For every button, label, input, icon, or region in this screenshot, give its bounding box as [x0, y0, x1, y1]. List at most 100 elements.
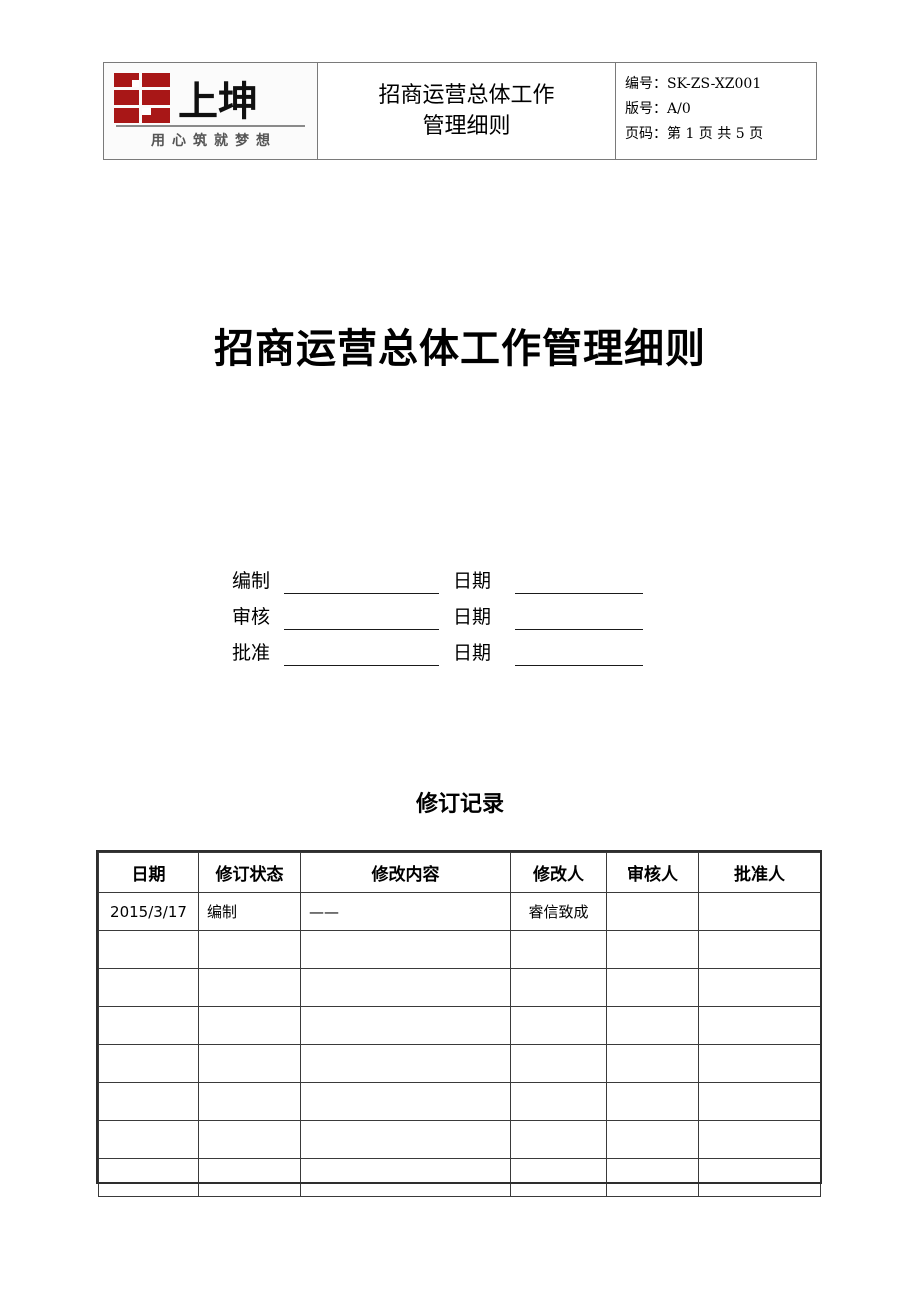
- cell-reviewer[interactable]: [606, 1120, 699, 1159]
- cell-modifier[interactable]: [510, 968, 607, 1007]
- column-header-content: 修改内容: [300, 852, 511, 893]
- cell-state[interactable]: [198, 930, 301, 969]
- document-header-table: 上坤 用心筑就梦想 招商运营总体工作 管理细则 编号：SK-ZS-XZ001 版…: [103, 62, 817, 160]
- page-title: 招商运营总体工作管理细则: [214, 326, 706, 372]
- cell-reviewer[interactable]: [606, 1158, 699, 1197]
- prepared-by-field[interactable]: [284, 567, 439, 594]
- cell-modifier[interactable]: [510, 1120, 607, 1159]
- cell-state[interactable]: [198, 1120, 301, 1159]
- cell-date[interactable]: [98, 1158, 199, 1197]
- cell-approver[interactable]: [698, 1158, 821, 1197]
- cell-content[interactable]: [300, 968, 511, 1007]
- approved-by-field[interactable]: [284, 639, 439, 666]
- doc-page-line: 页码：第 1 页 共 5 页: [625, 122, 816, 147]
- cell-reviewer[interactable]: [606, 1006, 699, 1045]
- cell-date[interactable]: [98, 1120, 199, 1159]
- cell-state[interactable]: [198, 968, 301, 1007]
- revision-record-heading: 修订记录: [415, 792, 504, 817]
- cell-approver[interactable]: [698, 1044, 821, 1083]
- company-logo: 上坤 用心筑就梦想: [104, 63, 317, 159]
- header-title-line-2: 管理细则: [422, 114, 511, 139]
- table-row: [98, 1120, 821, 1159]
- header-meta-cell: 编号：SK-ZS-XZ001 版号：A/0 页码：第 1 页 共 5 页: [616, 63, 816, 159]
- doc-code-value: SK-ZS-XZ001: [667, 76, 762, 92]
- prepared-date-field[interactable]: [515, 567, 643, 594]
- logo-top-row: 上坤: [114, 69, 307, 123]
- cell-reviewer[interactable]: [606, 968, 699, 1007]
- header-logo-cell: 上坤 用心筑就梦想: [104, 63, 318, 159]
- cell-content[interactable]: [300, 1006, 511, 1045]
- doc-version-label: 版号：: [625, 101, 667, 117]
- doc-version-line: 版号：A/0: [625, 97, 816, 122]
- cell-modifier[interactable]: [510, 1158, 607, 1197]
- signature-row-reviewed: 审核 日期: [232, 594, 672, 630]
- header-document-title: 招商运营总体工作 管理细则: [378, 80, 554, 142]
- cell-date[interactable]: [98, 968, 199, 1007]
- cell-content[interactable]: [300, 1082, 511, 1121]
- prepared-by-label: 编制: [232, 570, 271, 592]
- cell-state[interactable]: [198, 1158, 301, 1197]
- cell-state[interactable]: [198, 1082, 301, 1121]
- brand-tagline: 用心筑就梦想: [151, 133, 277, 149]
- cell-content[interactable]: [300, 1044, 511, 1083]
- doc-version-value: A/0: [667, 101, 691, 117]
- cell-date[interactable]: 2015/3/17: [98, 892, 199, 931]
- cell-modifier[interactable]: [510, 1082, 607, 1121]
- cell-content[interactable]: ——: [300, 892, 511, 931]
- cell-content[interactable]: [300, 930, 511, 969]
- table-header-row: 日期 修订状态 修改内容 修改人 审核人 批准人: [98, 852, 821, 893]
- brand-name: 上坤: [178, 79, 258, 125]
- cell-state[interactable]: [198, 1006, 301, 1045]
- reviewed-by-field[interactable]: [284, 603, 439, 630]
- column-header-date: 日期: [98, 852, 199, 893]
- table-row: 2015/3/17 编制 —— 睿信致成: [98, 892, 821, 931]
- cell-approver[interactable]: [698, 1082, 821, 1121]
- cell-modifier[interactable]: 睿信致成: [510, 892, 607, 931]
- approved-by-label: 批准: [232, 642, 271, 664]
- cell-date[interactable]: [98, 1006, 199, 1045]
- cell-approver[interactable]: [698, 1120, 821, 1159]
- cell-content[interactable]: [300, 1158, 511, 1197]
- signature-block: 编制 日期 审核 日期 批准 日期: [232, 558, 672, 666]
- doc-page-value: 第 1 页 共 5 页: [667, 126, 764, 142]
- doc-code-label: 编号：: [625, 76, 667, 92]
- column-header-approver: 批准人: [698, 852, 821, 893]
- cell-approver[interactable]: [698, 1006, 821, 1045]
- brand-blocks-icon: [114, 73, 170, 123]
- signature-row-prepared: 编制 日期: [232, 558, 672, 594]
- cell-approver[interactable]: [698, 930, 821, 969]
- doc-page-label: 页码：: [625, 126, 667, 142]
- cell-content[interactable]: [300, 1120, 511, 1159]
- doc-code-line: 编号：SK-ZS-XZ001: [625, 72, 816, 97]
- cell-approver[interactable]: [698, 892, 821, 931]
- cell-approver[interactable]: [698, 968, 821, 1007]
- cell-date[interactable]: [98, 1044, 199, 1083]
- revision-record-table: 日期 修订状态 修改内容 修改人 审核人 批准人 2015/3/17 编制 ——…: [98, 852, 821, 1197]
- cell-modifier[interactable]: [510, 1006, 607, 1045]
- column-header-modifier: 修改人: [510, 852, 607, 893]
- cell-date[interactable]: [98, 1082, 199, 1121]
- cell-reviewer[interactable]: [606, 1082, 699, 1121]
- header-title-line-1: 招商运营总体工作: [378, 83, 555, 108]
- approved-date-label: 日期: [453, 642, 492, 664]
- prepared-date-label: 日期: [453, 570, 492, 592]
- approved-date-field[interactable]: [515, 639, 643, 666]
- column-header-state: 修订状态: [198, 852, 301, 893]
- cell-state[interactable]: 编制: [198, 892, 301, 931]
- cell-reviewer[interactable]: [606, 930, 699, 969]
- cell-reviewer[interactable]: [606, 892, 699, 931]
- cell-reviewer[interactable]: [606, 1044, 699, 1083]
- table-row: [98, 1082, 821, 1121]
- table-row: [98, 930, 821, 969]
- table-row: [98, 1044, 821, 1083]
- cell-date[interactable]: [98, 930, 199, 969]
- reviewed-by-label: 审核: [232, 606, 271, 628]
- cell-modifier[interactable]: [510, 930, 607, 969]
- column-header-reviewer: 审核人: [606, 852, 699, 893]
- table-row: [98, 1158, 821, 1197]
- reviewed-date-field[interactable]: [515, 603, 643, 630]
- header-title-cell: 招商运营总体工作 管理细则: [318, 63, 616, 159]
- table-row: [98, 1006, 821, 1045]
- cell-state[interactable]: [198, 1044, 301, 1083]
- cell-modifier[interactable]: [510, 1044, 607, 1083]
